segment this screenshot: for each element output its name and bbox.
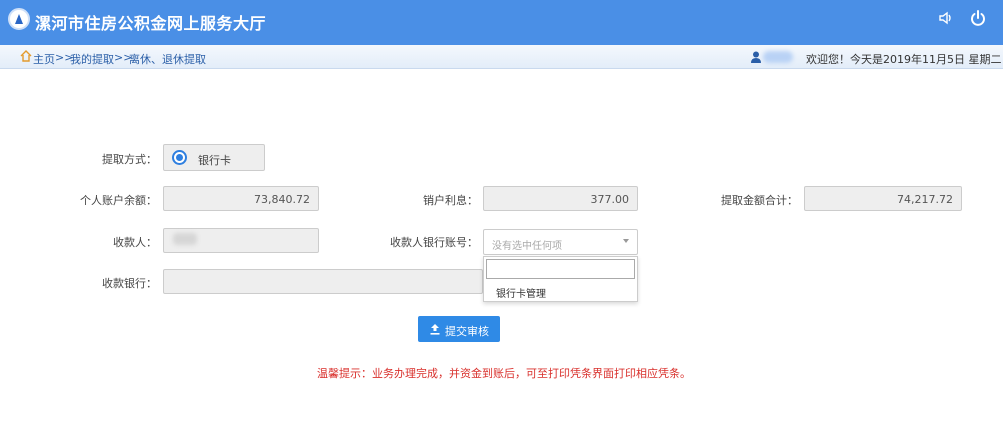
app-title: 漯河市住房公积金网上服务大厅	[35, 14, 267, 33]
breadcrumb-current: 离休、退休提取	[129, 53, 206, 66]
upload-icon	[430, 324, 440, 335]
speaker-icon[interactable]	[938, 10, 954, 31]
home-icon	[20, 50, 32, 62]
bank-label: 收款银行：	[102, 277, 157, 290]
balance-label: 个人账户余额：	[80, 194, 157, 207]
breadcrumb-my-withdrawal[interactable]: 我的提取	[70, 51, 114, 67]
interest-label: 销户利息：	[423, 194, 478, 207]
chevron-down-icon	[623, 239, 629, 243]
warm-hint-text: 温馨提示：业务办理完成，并资金到账后，可至打印凭条界面打印相应凭条。	[317, 367, 691, 380]
user-icon	[751, 51, 761, 63]
method-label: 提取方式：	[102, 153, 157, 166]
total-field: 74,217.72	[804, 186, 962, 211]
total-label: 提取金额合计：	[721, 194, 798, 207]
logo-icon	[8, 8, 30, 30]
username-blurred	[763, 51, 793, 63]
top-bar: 漯河市住房公积金网上服务大厅	[0, 0, 1003, 45]
power-icon[interactable]	[970, 10, 986, 31]
method-option-label: 银行卡	[198, 154, 231, 167]
interest-field: 377.00	[483, 186, 638, 211]
breadcrumb-home[interactable]: 主页	[33, 51, 55, 67]
account-dropdown: 银行卡管理	[483, 256, 638, 302]
radio-selected-icon	[172, 150, 187, 165]
account-select-placeholder: 没有选中任何项	[492, 241, 562, 252]
account-select[interactable]: 没有选中任何项	[483, 229, 638, 255]
submit-review-button[interactable]: 提交审核	[418, 316, 500, 342]
welcome-text: 欢迎您！今天是2019年11月5日 星期二	[806, 53, 1002, 66]
breadcrumb-bar: 主页 >> 我的提取 >> 离休、退休提取 欢迎您！今天是2019年11月5日 …	[0, 45, 1003, 69]
method-radio-bank-card[interactable]: 银行卡	[163, 144, 265, 171]
submit-label: 提交审核	[445, 325, 489, 338]
payee-name-blurred	[173, 233, 197, 245]
dropdown-search-input[interactable]	[486, 259, 635, 279]
balance-field: 73,840.72	[163, 186, 319, 211]
bank-field	[163, 269, 483, 294]
payee-label: 收款人：	[113, 236, 157, 249]
account-label: 收款人银行账号：	[390, 236, 478, 249]
dropdown-item-bank-card-management[interactable]: 银行卡管理	[496, 285, 546, 300]
